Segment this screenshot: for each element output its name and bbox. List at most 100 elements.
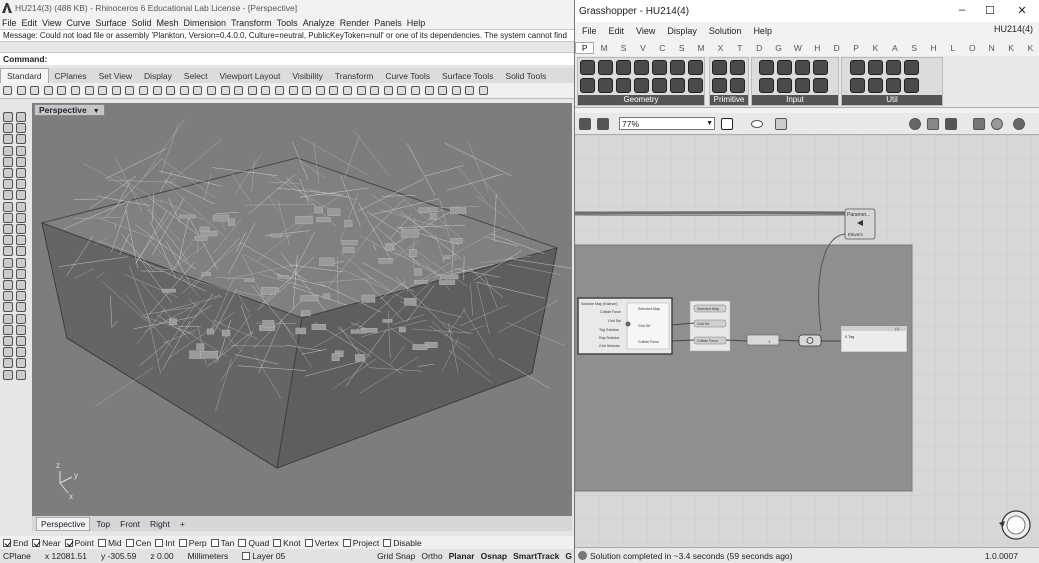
menu-transform[interactable]: Transform [231, 18, 272, 28]
toolbar-command-icon[interactable] [16, 86, 26, 95]
sidebar-tool-icon[interactable] [3, 145, 13, 156]
checkbox-icon[interactable] [273, 538, 282, 547]
tab-surface-tools[interactable]: Surface Tools [436, 69, 499, 83]
sidebar-tool-icon[interactable] [16, 280, 26, 290]
gh-tab-m[interactable]: M [594, 43, 613, 53]
tab-solid-tools[interactable]: Solid Tools [499, 69, 552, 83]
osnap-cen[interactable]: Cen [125, 538, 151, 548]
toolbar-command-icon[interactable] [193, 86, 203, 95]
gh-tab-a[interactable]: A [885, 43, 904, 53]
osnap-point[interactable]: Point [64, 538, 94, 548]
document-preview-icon[interactable] [991, 118, 1003, 130]
group-primitive-label[interactable]: Primitive [710, 95, 748, 105]
gh-component-icon[interactable] [670, 60, 685, 75]
toolbar-command-icon[interactable] [383, 86, 393, 95]
toolbar-command-icon[interactable] [315, 86, 325, 95]
checkbox-icon[interactable] [97, 538, 106, 547]
parameter-node[interactable]: Paramet... Elevers [844, 208, 876, 240]
sidebar-tool-icon[interactable] [16, 156, 26, 167]
sidebar-tool-icon[interactable] [3, 268, 13, 279]
gumball-toggle[interactable]: G [565, 551, 572, 561]
gh-tab-m[interactable]: M [691, 43, 710, 53]
operator-node[interactable] [798, 334, 822, 347]
toolbar-command-icon[interactable] [207, 86, 216, 95]
gh-component-icon[interactable] [616, 60, 631, 75]
toolbar-command-icon[interactable] [356, 86, 366, 95]
gh-component-icon[interactable] [886, 78, 901, 93]
sidebar-tool-icon[interactable] [16, 347, 26, 358]
gh-menu-view[interactable]: View [636, 26, 655, 36]
smarttrack-toggle[interactable]: SmartTrack [513, 551, 559, 561]
sidebar-tool-icon[interactable] [16, 134, 26, 145]
toolbar-command-icon[interactable] [111, 86, 121, 95]
gh-tab-n[interactable]: N [982, 43, 1001, 53]
close-icon[interactable]: ✕ [1007, 4, 1037, 17]
gh-component-icon[interactable] [580, 78, 595, 93]
sidebar-tool-icon[interactable] [16, 302, 26, 313]
toolbar-command-icon[interactable] [220, 86, 230, 95]
menu-curve[interactable]: Curve [66, 18, 90, 28]
preview-mode-icon[interactable] [909, 118, 921, 130]
viewport-canvas[interactable]: z y x [32, 103, 572, 516]
viewtab-front[interactable]: Front [116, 518, 144, 530]
toolbar-command-icon[interactable] [43, 86, 53, 95]
gh-tab-p[interactable]: P [575, 41, 595, 54]
gh-component-icon[interactable] [688, 78, 703, 93]
group-util-label[interactable]: Util [842, 95, 942, 105]
tab-display[interactable]: Display [138, 69, 178, 83]
sidebar-tool-icon[interactable] [3, 302, 13, 313]
gh-component-icon[interactable] [904, 60, 919, 75]
checkbox-icon[interactable] [383, 538, 392, 547]
gh-component-icon[interactable] [868, 60, 883, 75]
gh-tab-w[interactable]: W [788, 43, 807, 53]
sidebar-tool-icon[interactable] [3, 156, 13, 167]
sidebar-tool-icon[interactable] [16, 291, 26, 302]
gh-component-icon[interactable] [634, 78, 649, 93]
gh-component-icon[interactable] [652, 78, 667, 93]
osnap-perp[interactable]: Perp [178, 538, 207, 548]
osnap-quad[interactable]: Quad [238, 538, 269, 548]
status-layer[interactable]: Layer 05 [242, 551, 285, 561]
checkbox-icon[interactable] [304, 538, 313, 547]
sidebar-tool-icon[interactable] [3, 134, 13, 145]
gh-component-icon[interactable] [868, 78, 883, 93]
menu-panels[interactable]: Panels [374, 18, 402, 28]
sidebar-tool-icon[interactable] [3, 168, 13, 178]
osnap-disable[interactable]: Disable [383, 538, 422, 548]
menu-edit[interactable]: Edit [22, 18, 38, 28]
osnap-knot[interactable]: Knot [273, 538, 301, 548]
sidebar-tool-icon[interactable] [3, 201, 13, 212]
open-file-icon[interactable] [579, 118, 591, 130]
sidebar-tool-icon[interactable] [3, 336, 13, 346]
chevron-down-icon[interactable]: ▼ [93, 108, 100, 115]
toolbar-command-icon[interactable] [288, 86, 298, 95]
command-prompt[interactable]: Command: [0, 52, 574, 65]
gh-component-icon[interactable] [730, 60, 745, 75]
cluster-component[interactable]: Solution Map (Kalman) Collide Force Grid… [577, 297, 673, 355]
gh-menu-edit[interactable]: Edit [609, 26, 625, 36]
gh-component-icon[interactable] [652, 60, 667, 75]
gh-component-icon[interactable] [886, 60, 901, 75]
menu-view[interactable]: View [42, 18, 61, 28]
gh-tab-c[interactable]: C [653, 43, 672, 53]
gh-component-icon[interactable] [904, 78, 919, 93]
save-file-icon[interactable] [597, 118, 609, 130]
toolbar-command-icon[interactable] [465, 86, 475, 95]
sidebar-tool-icon[interactable] [16, 201, 26, 212]
gh-component-icon[interactable] [712, 60, 727, 75]
toolbar-command-icon[interactable] [343, 86, 352, 95]
number-slider[interactable]: 1 [746, 334, 780, 346]
sidebar-tool-icon[interactable] [3, 179, 13, 190]
toolbar-command-icon[interactable] [247, 86, 257, 95]
gh-component-icon[interactable] [634, 60, 649, 75]
toolbar-command-icon[interactable] [275, 86, 284, 95]
sidebar-tool-icon[interactable] [16, 369, 26, 380]
zoom-extents-icon[interactable] [721, 118, 733, 130]
gh-menu-solution[interactable]: Solution [709, 26, 742, 36]
toolbar-command-icon[interactable] [57, 86, 67, 95]
ortho-toggle[interactable]: Ortho [421, 551, 442, 561]
gh-tab-g[interactable]: G [769, 43, 788, 53]
gh-menu-file[interactable]: File [582, 26, 597, 36]
checkbox-icon[interactable] [64, 538, 73, 547]
data-output-panel[interactable]: (1) 0 Tag [840, 325, 908, 353]
